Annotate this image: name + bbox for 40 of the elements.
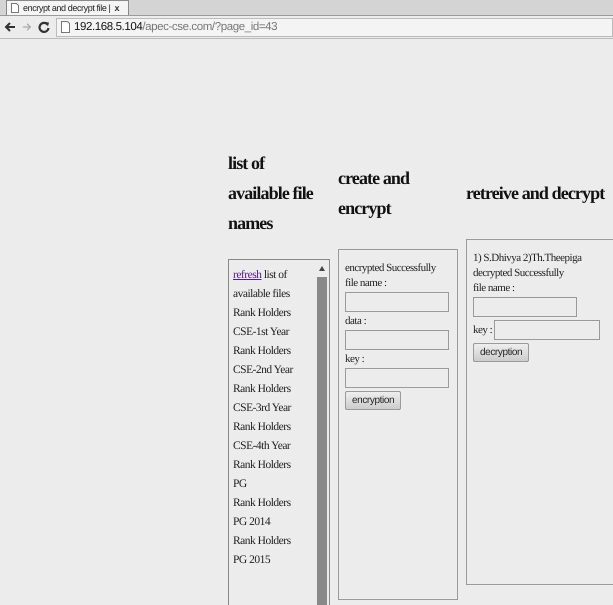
url-text: 192.168.5.104/apec-cse.com/?page_id=43 <box>74 21 278 33</box>
submit-button[interactable]: encryption <box>345 391 402 410</box>
input-field[interactable] <box>345 292 449 312</box>
field-label: file name : <box>473 282 516 294</box>
file-item[interactable]: Rank Holders CSE-1st Year <box>233 304 303 342</box>
input-field[interactable] <box>494 320 600 340</box>
forward-icon[interactable] <box>22 22 32 32</box>
field-label: key : <box>345 353 366 365</box>
status-text: encrypted Successfully <box>345 262 438 274</box>
file-listbox[interactable]: refresh list of available files Rank Holders CSE-1st Year Rank Holders CSE-2nd Year Rank Holders CSE-3rd Year Rank Holders CSE-4th Year Rank Holders PG Rank Holders PG 2014 Rank Holders PG 2015 <box>228 259 330 605</box>
input-field[interactable] <box>345 368 449 388</box>
scroll-thumb[interactable] <box>317 277 327 605</box>
scroll-up-icon[interactable] <box>319 266 325 271</box>
field-label: file name : <box>345 277 388 289</box>
file-item[interactable]: Rank Holders PG 2014 <box>233 494 303 532</box>
file-item[interactable]: Rank Holders CSE-4th Year <box>233 418 303 456</box>
browser-tab[interactable]: encrypt and decrypt file | x <box>6 0 129 15</box>
input-field[interactable] <box>345 330 449 350</box>
field-label: key : <box>473 324 492 336</box>
input-field[interactable] <box>473 297 577 317</box>
tab-title: encrypt and decrypt file | <box>23 3 110 13</box>
page-icon <box>61 21 70 33</box>
status-text: 1) S.Dhivya 2)Th.Theepiga <box>473 252 583 264</box>
reload-icon[interactable] <box>38 21 50 33</box>
file-item[interactable]: Rank Holders CSE-2nd Year <box>233 342 303 380</box>
submit-button[interactable]: decryption <box>473 343 530 362</box>
page-icon <box>11 3 19 13</box>
file-item[interactable]: Rank Holders PG 2015 <box>233 532 303 570</box>
status-text: decrypted Successfully <box>473 267 566 279</box>
column-heading: create and encrypt <box>338 167 411 220</box>
column-heading: retreive and decrypt <box>466 182 604 205</box>
close-icon[interactable]: x <box>114 3 120 13</box>
list-intro: refresh list of available files <box>233 268 291 302</box>
column-heading: list of available file names <box>228 152 314 235</box>
address-bar[interactable]: 192.168.5.104/apec-cse.com/?page_id=43 <box>56 18 613 36</box>
file-item[interactable]: Rank Holders CSE-3rd Year <box>233 380 303 418</box>
refresh-link[interactable]: refresh <box>233 269 262 281</box>
back-icon[interactable] <box>4 21 16 33</box>
file-item[interactable]: Rank Holders PG <box>233 456 303 494</box>
field-label: data : <box>345 315 368 327</box>
